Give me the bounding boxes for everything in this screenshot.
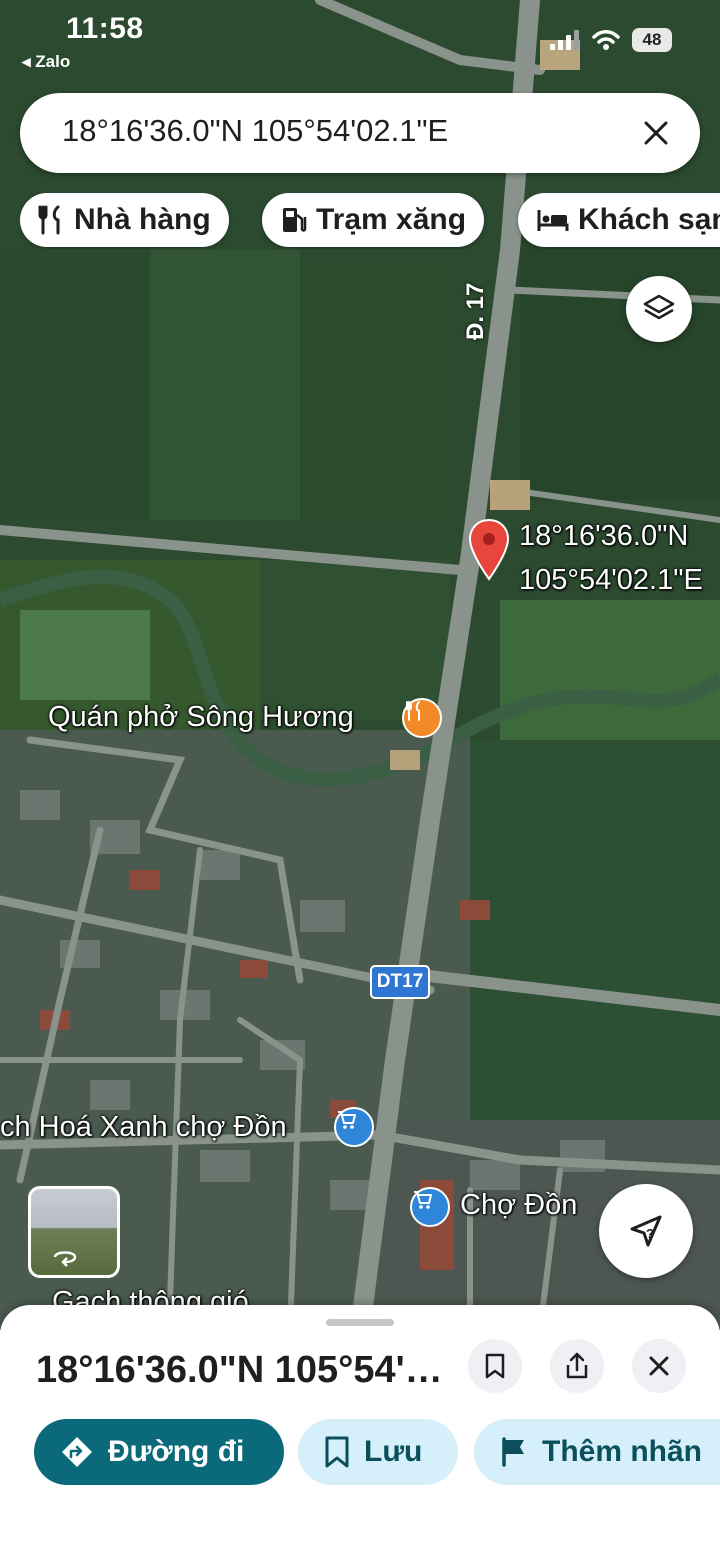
gas-station-icon (283, 208, 307, 232)
location-pin-icon[interactable] (468, 519, 510, 581)
search-bar[interactable]: 18°16'36.0"N 105°54'02.1"E (20, 93, 700, 173)
status-icons: 48 (550, 28, 672, 52)
status-time: 11:58 (66, 12, 144, 45)
directions-icon (62, 1437, 92, 1467)
save-bookmark-button[interactable] (468, 1339, 522, 1393)
close-icon (649, 1356, 669, 1376)
pin-longitude: 105°54'02.1"E (519, 564, 703, 596)
save-label: Lưu (364, 1435, 423, 1468)
wifi-icon (592, 30, 620, 50)
shopping-cart-icon[interactable] (334, 1107, 374, 1147)
layers-icon (643, 294, 675, 320)
chip-gas-stations[interactable]: Trạm xăng (262, 193, 485, 247)
search-input[interactable]: 18°16'36.0"N 105°54'02.1"E (62, 113, 448, 149)
chip-hotels[interactable]: Khách sạn (518, 193, 720, 247)
back-to-app-link[interactable]: ◂ Zalo (22, 52, 70, 72)
save-button[interactable]: Lưu (298, 1419, 458, 1485)
chip-restaurants[interactable]: Nhà hàng (20, 193, 229, 247)
directions-button[interactable]: Đường đi (34, 1419, 284, 1485)
map-layers-button[interactable] (626, 276, 692, 342)
chip-label: Nhà hàng (74, 203, 211, 236)
directions-label: Đường đi (108, 1435, 245, 1468)
street-view-thumbnail[interactable] (28, 1186, 120, 1278)
bookmark-icon (485, 1353, 505, 1379)
category-chips: Nhà hàng Trạm xăng Khách sạn (20, 193, 720, 249)
place-label-pho-song-huong[interactable]: Quán phở Sông Hương (48, 701, 354, 734)
shopping-cart-icon[interactable] (410, 1187, 450, 1227)
location-button[interactable]: ? (599, 1184, 693, 1278)
signal-icon (550, 30, 579, 50)
road-name-label: Đ. 17 (462, 282, 489, 340)
place-label-cho-don[interactable]: Chợ Đồn (460, 1189, 577, 1222)
add-label-button[interactable]: Thêm nhãn (474, 1419, 720, 1485)
pin-latitude: 18°16'36.0"N (519, 520, 689, 552)
battery-icon: 48 (632, 28, 672, 52)
hotel-icon (537, 210, 569, 231)
add-label-text: Thêm nhãn (542, 1435, 703, 1468)
sheet-drag-handle[interactable] (326, 1319, 394, 1326)
chip-label: Trạm xăng (316, 203, 467, 236)
place-title: 18°16'36.0"N 105°54'02.1"E (36, 1349, 456, 1391)
close-sheet-button[interactable] (632, 1339, 686, 1393)
pin-coordinates-label: 18°16'36.0"N 105°54'02.1"E (519, 514, 703, 602)
place-label-bach-hoa-xanh[interactable]: ch Hoá Xanh chợ Đồn (0, 1111, 287, 1144)
svg-text:?: ? (646, 1226, 654, 1241)
chip-label: Khách sạn (578, 203, 720, 236)
restaurant-icon[interactable] (402, 698, 442, 738)
action-buttons: Đường đi Lưu Thêm nhãn (34, 1419, 720, 1489)
status-bar: 11:58 ◂ Zalo 48 (0, 0, 720, 80)
close-icon[interactable] (634, 111, 678, 155)
maps-screen: Đ. 17 18°16'36.0"N 105°54'02.1"E Quán ph… (0, 0, 720, 1557)
flag-icon (502, 1437, 524, 1467)
rotate-360-icon (53, 1251, 77, 1267)
bookmark-icon (325, 1436, 349, 1468)
share-button[interactable] (550, 1339, 604, 1393)
location-unknown-icon: ? (630, 1215, 662, 1247)
place-bottom-sheet[interactable]: 18°16'36.0"N 105°54'02.1"E Đườ (0, 1305, 720, 1557)
share-icon (566, 1352, 588, 1379)
road-badge-dt17: DT17 (370, 965, 430, 999)
restaurant-icon (38, 205, 60, 235)
